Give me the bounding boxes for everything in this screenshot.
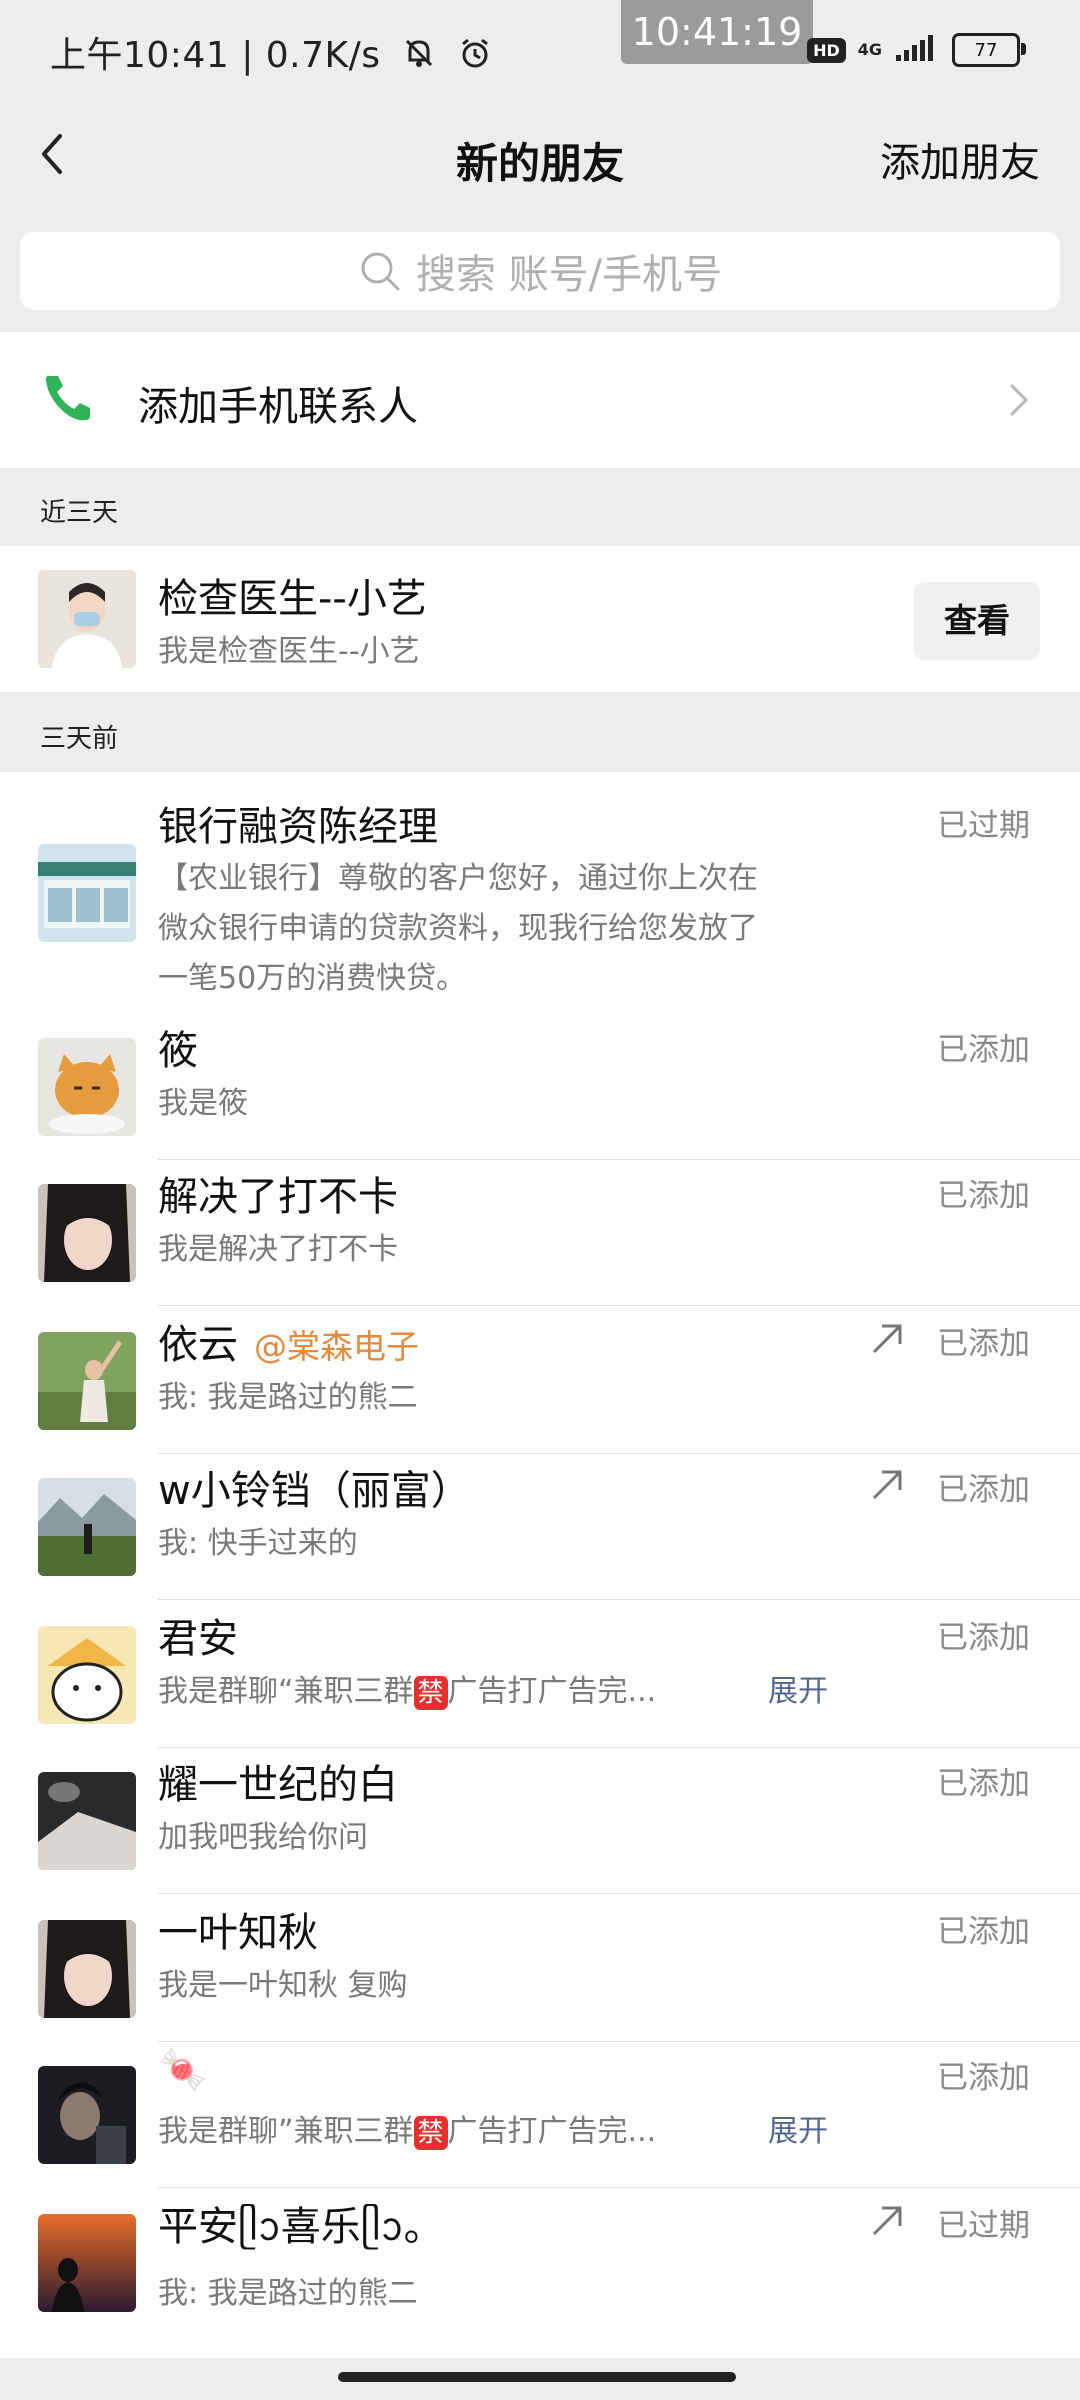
status-clock: 10:41:19	[621, 0, 813, 64]
contact-name-text: 依云	[158, 1322, 238, 1368]
search-icon	[361, 252, 400, 291]
contact-message: 我: 快手过来的	[158, 1526, 358, 1561]
ban-badge: 禁	[413, 2115, 448, 2150]
status-label: 已过期	[937, 2208, 1030, 2244]
signal-icon	[894, 33, 940, 67]
contact-name: 平安ᥫᩣ喜乐ᥫᩣ。	[158, 2204, 444, 2250]
add-phone-contacts-row[interactable]: 添加手机联系人	[0, 332, 1080, 468]
status-label: 已过期	[937, 808, 1030, 844]
ban-badge: 禁	[413, 1675, 448, 1710]
list-item[interactable]: 一叶知秋 我是一叶知秋 复购 已添加	[0, 1894, 1080, 2042]
avatar[interactable]	[38, 1038, 136, 1136]
network-type: 4G	[857, 40, 882, 59]
section-label-recent: 近三天	[40, 498, 119, 528]
status-bar: 上午10:41 | 0.7K/s 10:41:19 HD 4G 77	[0, 0, 1080, 100]
contact-message: 我是一叶知秋 复购	[158, 1968, 408, 2003]
avatar[interactable]	[38, 2066, 136, 2164]
contact-name: 耀一世纪的白	[158, 1762, 398, 1808]
list-item[interactable]: 平安ᥫᩣ喜乐ᥫᩣ。 我: 我是路过的熊二 已过期	[0, 2188, 1080, 2358]
avatar[interactable]	[38, 1626, 136, 1724]
contact-message: 我是群聊“兼职三群禁广告打广告完...	[158, 1666, 656, 1710]
contact-name: 依云 @棠森电子	[158, 1312, 419, 1370]
list-item[interactable]: 君安 我是群聊“兼职三群禁广告打广告完... 展开 已添加	[0, 1600, 1080, 1748]
contact-message: 我是检查医生--小艺	[158, 634, 420, 669]
avatar[interactable]	[38, 1332, 136, 1430]
alarm-icon	[458, 36, 492, 79]
section-label-older: 三天前	[40, 724, 119, 754]
status-label: 已添加	[937, 1178, 1030, 1214]
nav-bar: 新的朋友 添加朋友	[0, 100, 1080, 210]
contact-name: 君安	[158, 1616, 238, 1662]
status-label: 已添加	[937, 1032, 1030, 1068]
contact-name: 解决了打不卡	[158, 1174, 398, 1220]
expand-link[interactable]: 展开	[768, 1666, 828, 1710]
status-left-text: 上午10:41 | 0.7K/s	[50, 35, 381, 76]
recent-list: 检查医生--小艺 我是检查医生--小艺 查看	[0, 546, 1080, 692]
contact-message: 我是群聊”兼职三群禁广告打广告完...	[158, 2106, 656, 2150]
view-button[interactable]: 查看	[914, 582, 1040, 660]
status-label: 已添加	[937, 1326, 1030, 1362]
arrow-up-right-icon	[868, 1320, 906, 1358]
arrow-up-right-icon	[868, 2202, 906, 2240]
list-item[interactable]: w小铃铛（丽富） 我: 快手过来的 已添加	[0, 1454, 1080, 1600]
mention-tag[interactable]: @棠森电子	[254, 1327, 419, 1366]
battery-level: 77	[974, 39, 998, 61]
battery-icon: 77	[952, 33, 1026, 67]
mute-bell-icon	[402, 36, 436, 79]
avatar[interactable]	[38, 570, 136, 668]
avatar[interactable]	[38, 1478, 136, 1576]
avatar[interactable]	[38, 844, 136, 942]
contact-message: 我: 我是路过的熊二	[158, 1380, 418, 1415]
list-item[interactable]: 筱 我是筱 已添加	[0, 1012, 1080, 1160]
contact-message: 我是筱	[158, 1086, 248, 1121]
home-indicator[interactable]	[338, 2372, 736, 2382]
arrow-up-right-icon	[868, 1466, 906, 1504]
list-item[interactable]: 依云 @棠森电子 我: 我是路过的熊二 已添加	[0, 1306, 1080, 1454]
message-text: 我是群聊”兼职三群	[158, 2114, 414, 2149]
list-item[interactable]: 解决了打不卡 我是解决了打不卡 已添加	[0, 1160, 1080, 1306]
message-line: 一笔50万的消费快贷。	[158, 961, 467, 996]
status-label: 已添加	[937, 2060, 1030, 2096]
avatar[interactable]	[38, 1920, 136, 2018]
list-item[interactable]: 🍬 我是群聊”兼职三群禁广告打广告完... 展开 已添加	[0, 2042, 1080, 2188]
avatar[interactable]	[38, 2214, 136, 2312]
expand-link[interactable]: 展开	[768, 2106, 828, 2150]
contact-name: 筱	[158, 1028, 198, 1074]
contact-name: 检查医生--小艺	[158, 576, 427, 622]
add-phone-contacts-label: 添加手机联系人	[138, 384, 418, 430]
status-label: 已添加	[937, 1620, 1030, 1656]
contact-name: 银行融资陈经理	[158, 804, 438, 850]
avatar[interactable]	[38, 1184, 136, 1282]
message-line: 微众银行申请的贷款资料，现我行给您发放了	[158, 911, 758, 946]
older-list: 银行融资陈经理 【农业银行】尊敬的客户您好，通过你上次在 微众银行申请的贷款资料…	[0, 772, 1080, 2358]
phone-icon	[40, 370, 96, 426]
chevron-right-icon	[1000, 376, 1040, 424]
contact-name: 一叶知秋	[158, 1910, 318, 1956]
message-text: 广告打广告完...	[447, 2114, 657, 2149]
contact-message: 我是解决了打不卡	[158, 1232, 398, 1267]
contact-message: 【农业银行】尊敬的客户您好，通过你上次在 微众银行申请的贷款资料，现我行给您发放…	[158, 854, 758, 1004]
message-line: 【农业银行】尊敬的客户您好，通过你上次在	[158, 861, 758, 896]
hd-badge: HD	[807, 37, 846, 63]
add-friend-button[interactable]: 添加朋友	[880, 130, 1040, 188]
contact-name: 🍬	[158, 2047, 208, 2093]
list-item[interactable]: 耀一世纪的白 加我吧我给你问 已添加	[0, 1748, 1080, 1894]
message-text: 广告打广告完...	[447, 1674, 657, 1709]
status-label: 已添加	[937, 1914, 1030, 1950]
status-label: 已添加	[937, 1766, 1030, 1802]
message-text: 我是群聊“兼职三群	[158, 1674, 414, 1709]
contact-name: w小铃铛（丽富）	[158, 1468, 471, 1514]
status-label: 已添加	[937, 1472, 1030, 1508]
avatar[interactable]	[38, 1772, 136, 1870]
contact-message: 我: 我是路过的熊二	[158, 2276, 418, 2311]
contact-message: 加我吧我给你问	[158, 1820, 368, 1855]
search-input[interactable]: 搜索 账号/手机号	[20, 232, 1060, 310]
search-placeholder: 搜索 账号/手机号	[415, 252, 723, 298]
list-item[interactable]: 银行融资陈经理 【农业银行】尊敬的客户您好，通过你上次在 微众银行申请的贷款资料…	[0, 772, 1080, 1012]
